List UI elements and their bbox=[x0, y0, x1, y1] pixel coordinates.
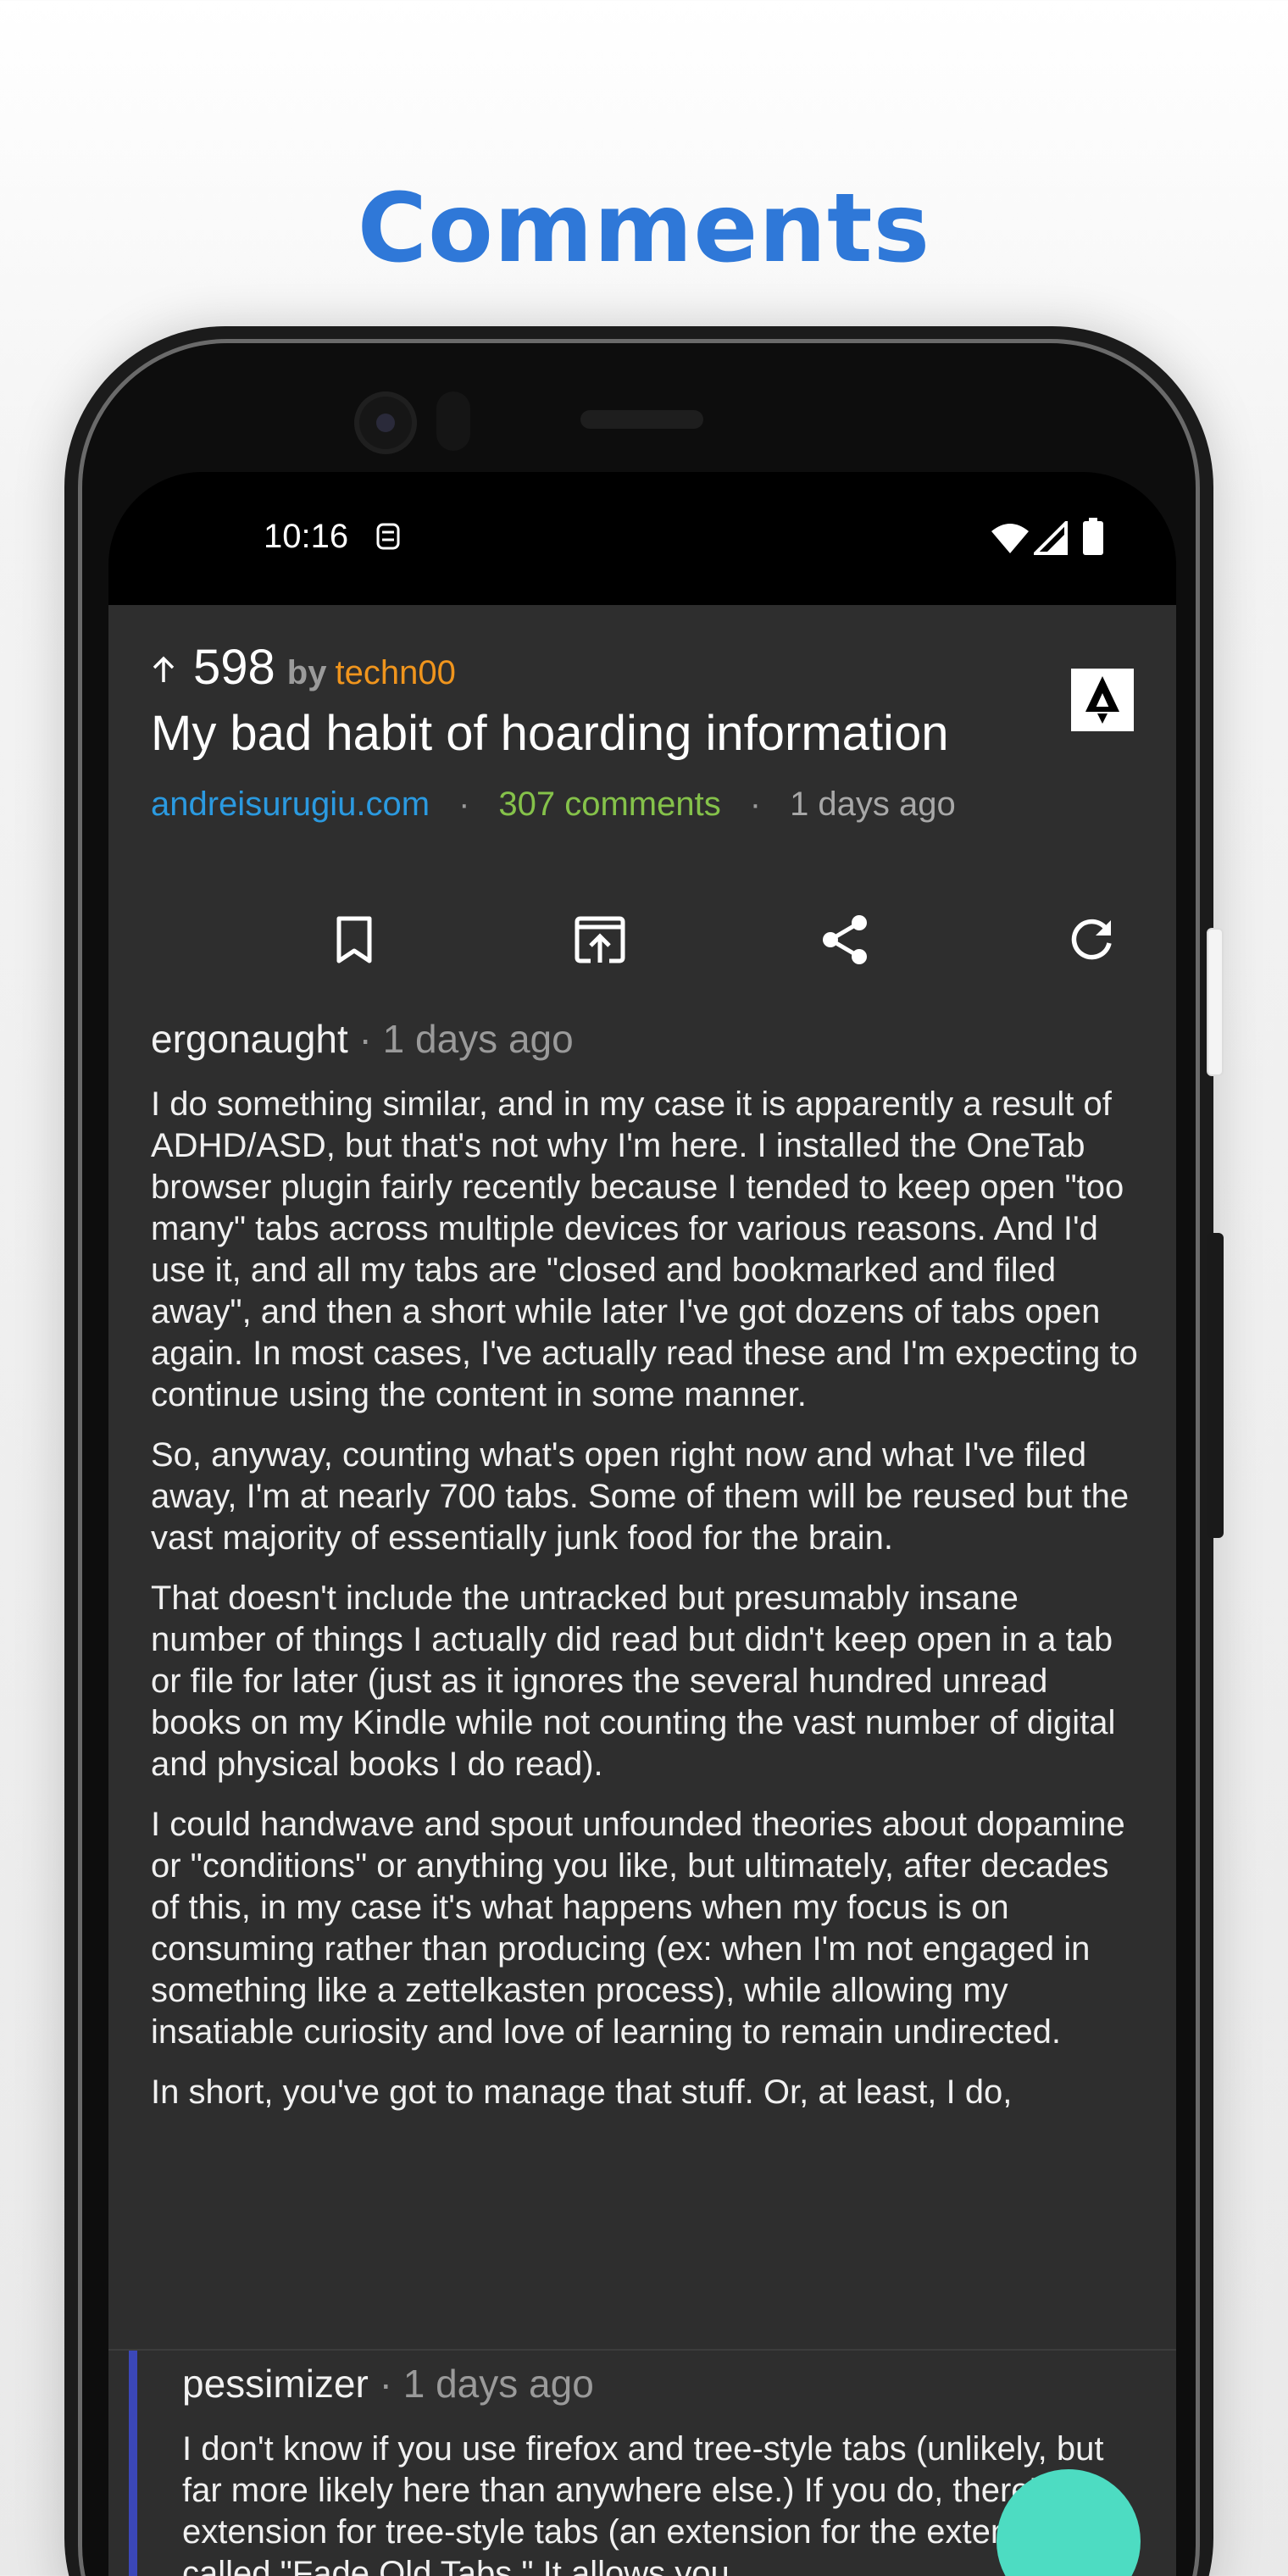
comment-age: 1 days ago bbox=[382, 1017, 574, 1061]
post-domain-link[interactable]: andreisurugiu.com bbox=[151, 786, 430, 824]
site-logo-icon bbox=[1085, 676, 1119, 724]
wifi-icon bbox=[991, 524, 1029, 553]
score-line: 598 by techn00 bbox=[151, 639, 1134, 698]
cell-signal-icon bbox=[1034, 521, 1068, 555]
open-link-button[interactable] bbox=[570, 910, 630, 969]
bookmark-button[interactable] bbox=[325, 910, 384, 969]
phone-screen: 10:16 598 by techn00 My bad habit of hoa… bbox=[108, 472, 1176, 2576]
post-header: 598 by techn00 My bad habit of hoarding … bbox=[151, 639, 1134, 824]
comment-paragraph: I could handwave and spout unfounded the… bbox=[151, 1806, 1125, 2051]
child-comment-rail bbox=[129, 2351, 137, 2576]
status-time: 10:16 bbox=[264, 518, 349, 555]
comment-paragraph: In short, you've got to manage that stuf… bbox=[151, 2074, 1013, 2111]
meta-separator: · bbox=[458, 786, 470, 823]
phone-side-button-volume bbox=[1207, 928, 1224, 1076]
post-age: 1 days ago bbox=[790, 786, 956, 823]
post-meta: andreisurugiu.com · 307 comments · 1 day… bbox=[151, 786, 1134, 824]
by-label: by bbox=[286, 654, 327, 691]
front-camera bbox=[354, 391, 417, 454]
comment-age: 1 days ago bbox=[402, 2362, 594, 2406]
refresh-button[interactable] bbox=[1062, 910, 1121, 969]
post-author-link[interactable]: techn00 bbox=[335, 654, 455, 692]
front-sensor bbox=[436, 391, 470, 451]
comment-body[interactable]: I don't know if you use firefox and tree… bbox=[182, 2429, 1140, 2576]
comment-paragraph: I do something similar, and in my case i… bbox=[151, 1085, 1138, 1413]
post-score: 598 bbox=[193, 640, 275, 695]
comment-header: ergonaught · 1 days ago bbox=[151, 1016, 1142, 1062]
comment-paragraph: That doesn't include the untracked but p… bbox=[151, 1579, 1116, 1783]
comments-count[interactable]: 307 comments bbox=[498, 786, 720, 824]
refresh-icon bbox=[1071, 919, 1112, 960]
comments-view: 598 by techn00 My bad habit of hoarding … bbox=[108, 605, 1176, 2576]
comment-separator: · bbox=[379, 2362, 392, 2406]
meta-separator: · bbox=[749, 786, 762, 823]
comment-paragraph: I don't know if you use firefox and tree… bbox=[182, 2430, 1104, 2576]
comment-header: pessimizer · 1 days ago bbox=[182, 2361, 1140, 2407]
site-thumbnail[interactable] bbox=[1071, 669, 1134, 731]
earpiece-speaker bbox=[580, 410, 703, 429]
upvote-arrow-icon[interactable] bbox=[151, 655, 176, 684]
comment-divider bbox=[108, 2349, 1176, 2351]
share-button[interactable] bbox=[816, 910, 875, 969]
comment-item: ergonaught · 1 days ago I do something s… bbox=[151, 1016, 1142, 2113]
open-external-icon bbox=[575, 916, 625, 963]
comment-author[interactable]: pessimizer bbox=[182, 2362, 369, 2406]
status-bar: 10:16 bbox=[108, 472, 1176, 605]
post-title[interactable]: My bad habit of hoarding information bbox=[151, 705, 1134, 762]
dnd-icon bbox=[376, 523, 400, 550]
comment-author[interactable]: ergonaught bbox=[151, 1017, 348, 1061]
page-headline: Comments bbox=[357, 174, 931, 284]
comment-body[interactable]: I do something similar, and in my case i… bbox=[151, 1084, 1142, 2113]
share-icon bbox=[823, 915, 867, 964]
comment-paragraph: So, anyway, counting what's open right n… bbox=[151, 1436, 1130, 1557]
battery-icon bbox=[1083, 518, 1103, 555]
phone-side-button-power bbox=[1207, 1233, 1224, 1538]
comment-separator: · bbox=[358, 1017, 372, 1061]
post-toolbar bbox=[108, 893, 1176, 986]
bookmark-icon bbox=[336, 916, 372, 963]
